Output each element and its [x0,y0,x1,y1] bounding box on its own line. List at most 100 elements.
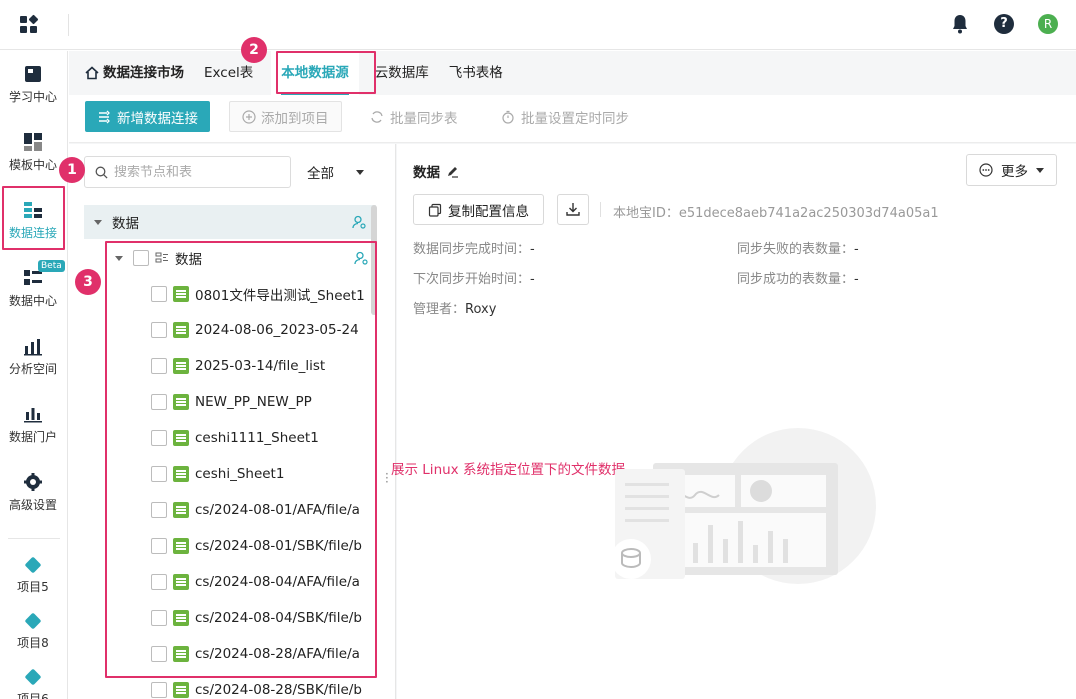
info-value: Roxy [465,302,497,317]
apps-grid-icon[interactable] [20,14,39,34]
annotation-box-2 [276,51,376,94]
more-button[interactable]: 更多 [966,154,1057,186]
new-connection-button[interactable]: 新增数据连接 [85,101,210,132]
sidebar-project-6[interactable]: 项目6 [0,668,66,699]
empty-illustration [611,428,876,584]
top-bar: ? R [0,0,1076,50]
sidebar-item-label: 学习中心 [8,90,57,104]
bell-icon[interactable] [950,13,970,35]
edit-icon[interactable] [446,165,459,178]
sidebar-divider [8,538,60,539]
sidebar-item-analysis[interactable]: 分析空间 [0,336,66,377]
gear-icon [23,472,43,492]
annotation-badge-1: 1 [59,157,85,183]
toolbar: 新增数据连接 添加到项目 批量同步表 批量设置定时同步 [69,95,1076,143]
chevron-down-icon [1036,167,1044,173]
project-icon [24,668,42,686]
divider [600,202,601,217]
button-label: 添加到项目 [261,110,329,127]
detail-title: 数据 [413,161,459,181]
avatar[interactable]: R [1038,14,1058,34]
annotation-badge-2: 2 [241,37,267,63]
info-label: 同步失败的表数量： [737,242,855,257]
admin: 管理者：Roxy [413,298,496,317]
annotation-box-3 [105,241,377,678]
sidebar-project-5[interactable]: 项目5 [0,556,66,595]
detail-title-text: 数据 [413,165,440,181]
user-settings-icon[interactable] [352,215,366,229]
sync-fail-count: 同步失败的表数量：- [737,238,859,257]
tab-label: 数据连接市场 [103,65,184,81]
tree-root-row[interactable]: 数据 [84,205,376,239]
button-label: 复制配置信息 [448,203,529,220]
tab-feishu-sheet[interactable]: 飞书表格 [439,51,513,95]
annotation-box-1 [2,186,65,250]
sidebar-item-label: 数据门户 [8,430,57,444]
annotation-note: 展示 Linux 系统指定位置下的文件数据 [391,462,625,478]
batch-schedule-button[interactable]: 批量设置定时同步 [501,101,629,132]
project-label: 项目5 [17,580,49,594]
batch-sync-button[interactable]: 批量同步表 [370,101,458,132]
table-label: cs/2024-08-28/SBK/file/b [195,682,362,698]
button-label: 新增数据连接 [117,110,198,127]
sidebar-item-learning[interactable]: 学习中心 [0,64,66,105]
info-value: - [854,242,859,257]
topbar-actions: ? R [950,13,1058,35]
annotation-badge-3: 3 [75,269,101,295]
project-label: 项目8 [17,636,49,650]
button-label: 批量设置定时同步 [521,110,629,127]
analysis-icon [23,336,43,356]
info-label: 同步成功的表数量： [737,272,855,287]
sidebar-item-label: 数据中心 [8,294,57,308]
template-icon [23,132,43,152]
next-sync-time: 下次同步开始时间：- [413,268,535,287]
sync-success-count: 同步成功的表数量：- [737,268,859,287]
detail-panel: 数据 更多 复制配置信息 本地宝ID：e51dece8aeb741a2ac250… [385,144,1076,699]
sidebar-item-label: 模板中心 [8,158,57,172]
home-icon [85,66,99,80]
info-value: - [530,242,535,257]
info-value: - [530,272,535,287]
connection-icon [99,110,110,123]
more-label: 更多 [1001,164,1028,180]
help-icon[interactable]: ? [994,14,1014,34]
project-icon [24,556,42,574]
plus-circle-icon [242,109,256,124]
search-icon [95,166,108,179]
button-label: 批量同步表 [390,110,458,127]
tab-bar: 数据连接市场 Excel表 本地数据源 云数据库 飞书表格 [69,51,1076,95]
tree-panel: 全部 数据 数据 0801文件导出测试_Sheet12024-08-06_202… [69,144,396,699]
sidebar-item-data-center[interactable]: Beta 数据中心 [0,260,66,309]
sidebar-item-settings[interactable]: 高级设置 [0,472,66,513]
project-icon [24,612,42,630]
caret-down-icon[interactable] [94,219,102,225]
chevron-down-icon [356,169,364,175]
sidebar-item-portal[interactable]: 数据门户 [0,404,66,445]
sync-icon [371,110,383,123]
local-id: 本地宝ID：e51dece8aeb741a2ac250303d74a05a1 [613,206,939,221]
project-label: 项目6 [17,692,49,699]
sidebar-project-8[interactable]: 项目8 [0,612,66,651]
download-button[interactable] [557,194,589,225]
info-label: 下次同步开始时间： [413,272,531,287]
sidebar-item-label: 分析空间 [8,362,57,376]
main-area: 数据连接市场 Excel表 本地数据源 云数据库 飞书表格 新增数据连接 添加到… [59,37,1076,699]
resize-handle[interactable]: · · · [385,468,389,488]
tab-market[interactable]: 数据连接市场 [85,51,194,95]
copy-config-button[interactable]: 复制配置信息 [413,194,544,225]
topbar-divider [68,14,69,36]
info-value: - [854,272,859,287]
table-checkbox[interactable] [151,682,167,698]
book-icon [23,64,43,84]
sidebar: 学习中心 模板中心 数据连接 Beta 数据中心 分析空间 数据门户 高级设置 … [0,51,68,699]
download-icon [566,203,580,216]
add-to-project-button[interactable]: 添加到项目 [229,101,342,132]
beta-badge: Beta [38,260,65,272]
filter-value: 全部 [307,166,334,182]
copy-icon [428,203,442,217]
tree-root-label: 数据 [112,216,139,232]
filter-select[interactable]: 全部 [307,156,364,188]
sidebar-item-templates[interactable]: 模板中心 [0,132,66,173]
sync-done-time: 数据同步完成时间：- [413,238,535,257]
search-input[interactable] [114,164,284,180]
